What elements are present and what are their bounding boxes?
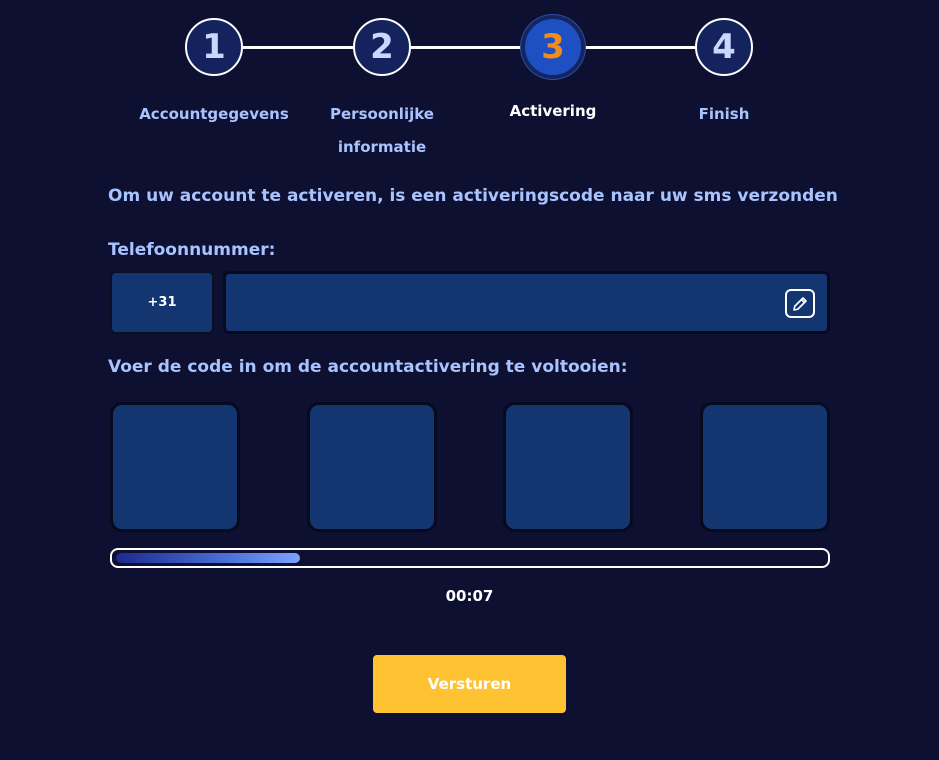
step-2-label-line2: informatie [337,138,427,156]
step-connector [583,46,697,49]
step-4-circle: 4 [695,18,753,76]
step-2-label-line1: Persoonlijke [330,105,434,123]
countdown-timer: 00:07 [445,587,494,605]
step-1-circle: 1 [185,18,243,76]
code-label: Voer de code in om de accountactivering … [108,357,628,377]
country-code-prefix[interactable]: +31 [110,271,214,334]
activation-page: 1 2 3 4 Accountgegevens Persoonlijke inf… [0,0,939,760]
pencil-icon [793,296,807,311]
activation-info-text: Om uw account te activeren, is een activ… [108,186,838,206]
edit-phone-button[interactable] [785,289,815,318]
code-digit-2[interactable] [307,402,437,532]
code-digit-1[interactable] [110,402,240,532]
countdown-progress-bar [110,548,830,568]
step-3-label: Activering [509,102,597,120]
phone-label: Telefoonnummer: [108,240,276,260]
submit-button[interactable]: Versturen [373,655,566,713]
code-digit-3[interactable] [503,402,633,532]
step-connector [411,46,523,49]
step-1-label: Accountgegevens [139,105,289,123]
countdown-progress-fill [116,553,300,563]
step-2-label: Persoonlijke informatie [302,98,462,164]
step-2-circle: 2 [353,18,411,76]
phone-input[interactable] [223,271,830,334]
step-connector [243,46,355,49]
step-3-circle: 3 [521,15,585,79]
stepper: 1 2 3 4 Accountgegevens Persoonlijke inf… [0,0,939,160]
code-digit-4[interactable] [700,402,830,532]
step-4-label: Finish [698,105,750,123]
